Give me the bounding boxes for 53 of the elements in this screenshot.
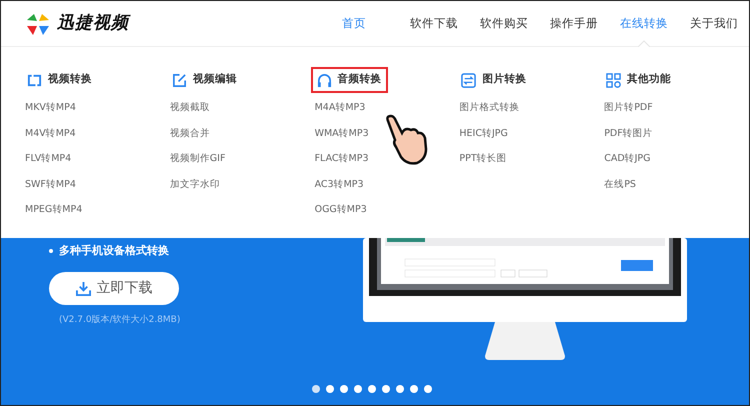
category-title[interactable]: 视频转换 [21, 67, 98, 93]
carousel-dot[interactable] [312, 385, 320, 393]
menu-link[interactable]: HEIC转JPG [459, 120, 604, 146]
carousel-dot[interactable] [396, 385, 404, 393]
headphones-icon [316, 72, 332, 88]
download-button[interactable]: 立即下载 [49, 272, 179, 304]
carousel-dot[interactable] [424, 385, 432, 393]
download-icon [76, 280, 90, 296]
menu-link[interactable]: 图片转PDF [604, 95, 749, 120]
menu-link[interactable]: M4A转MP3 [314, 95, 460, 120]
feature-bullet: 多种手机设备格式转换 [59, 243, 169, 259]
carousel-dot[interactable] [382, 385, 390, 393]
carousel-dot[interactable] [326, 385, 334, 393]
menu-link[interactable]: 加文字水印 [170, 172, 315, 197]
menu-link[interactable]: 在线PS [604, 172, 749, 197]
menu-link[interactable]: FLV转MP4 [25, 146, 170, 172]
menu-link[interactable]: M4V转MP4 [25, 120, 170, 146]
nav-link-item[interactable]: 在线转换 [609, 1, 679, 46]
category-title[interactable]: 其他功能 [600, 67, 678, 93]
menu-link[interactable]: AC3转MP3 [314, 172, 460, 197]
menu-link[interactable]: PPT转长图 [459, 146, 604, 172]
edit-icon [172, 72, 187, 88]
category-title[interactable]: 图片转换 [455, 67, 532, 93]
menu-link[interactable]: PDF转图片 [604, 120, 749, 146]
version-note: (V2.7.0版本/软件大小2.8MB) [59, 314, 180, 326]
convert-icon [27, 72, 42, 88]
menu-link[interactable]: FLAC转MP3 [314, 146, 460, 172]
menu-link[interactable]: OGG转MP3 [314, 197, 460, 222]
nav-link-item[interactable]: 关于我们 [679, 1, 749, 46]
carousel-dot[interactable] [368, 385, 376, 393]
carousel-dot[interactable] [340, 385, 348, 393]
bullet-dot-icon [49, 249, 53, 254]
menu-link[interactable]: MKV转MP4 [25, 95, 170, 120]
category-title[interactable]: 视频编辑 [166, 67, 243, 93]
menu-link[interactable]: CAD转JPG [604, 146, 749, 172]
swap-arrows-icon [461, 72, 476, 88]
nav-link-item[interactable]: 软件下载 [399, 1, 469, 46]
category-title[interactable]: 音频转换 [310, 67, 388, 93]
menu-link[interactable]: 视频制作GIF [170, 146, 315, 172]
menu-link[interactable]: SWF转MP4 [25, 172, 170, 197]
menu-link[interactable]: 图片格式转换 [459, 95, 604, 120]
nav-link-item[interactable]: 首页 [331, 1, 377, 46]
nav-link-item[interactable]: 操作手册 [539, 1, 609, 46]
carousel-dot[interactable] [354, 385, 362, 393]
carousel-dot[interactable] [410, 385, 418, 393]
menu-link[interactable]: WMA转MP3 [314, 120, 460, 146]
menu-link[interactable]: MPEG转MP4 [25, 197, 170, 222]
hand-cursor-icon [385, 113, 429, 165]
menu-link[interactable]: 视频合并 [170, 120, 315, 146]
nav-link-item[interactable]: 软件购买 [469, 1, 539, 46]
logo-text: 迅捷视频 [57, 12, 129, 35]
grid-icon [606, 72, 622, 88]
menu-link[interactable]: 视频截取 [170, 95, 315, 120]
